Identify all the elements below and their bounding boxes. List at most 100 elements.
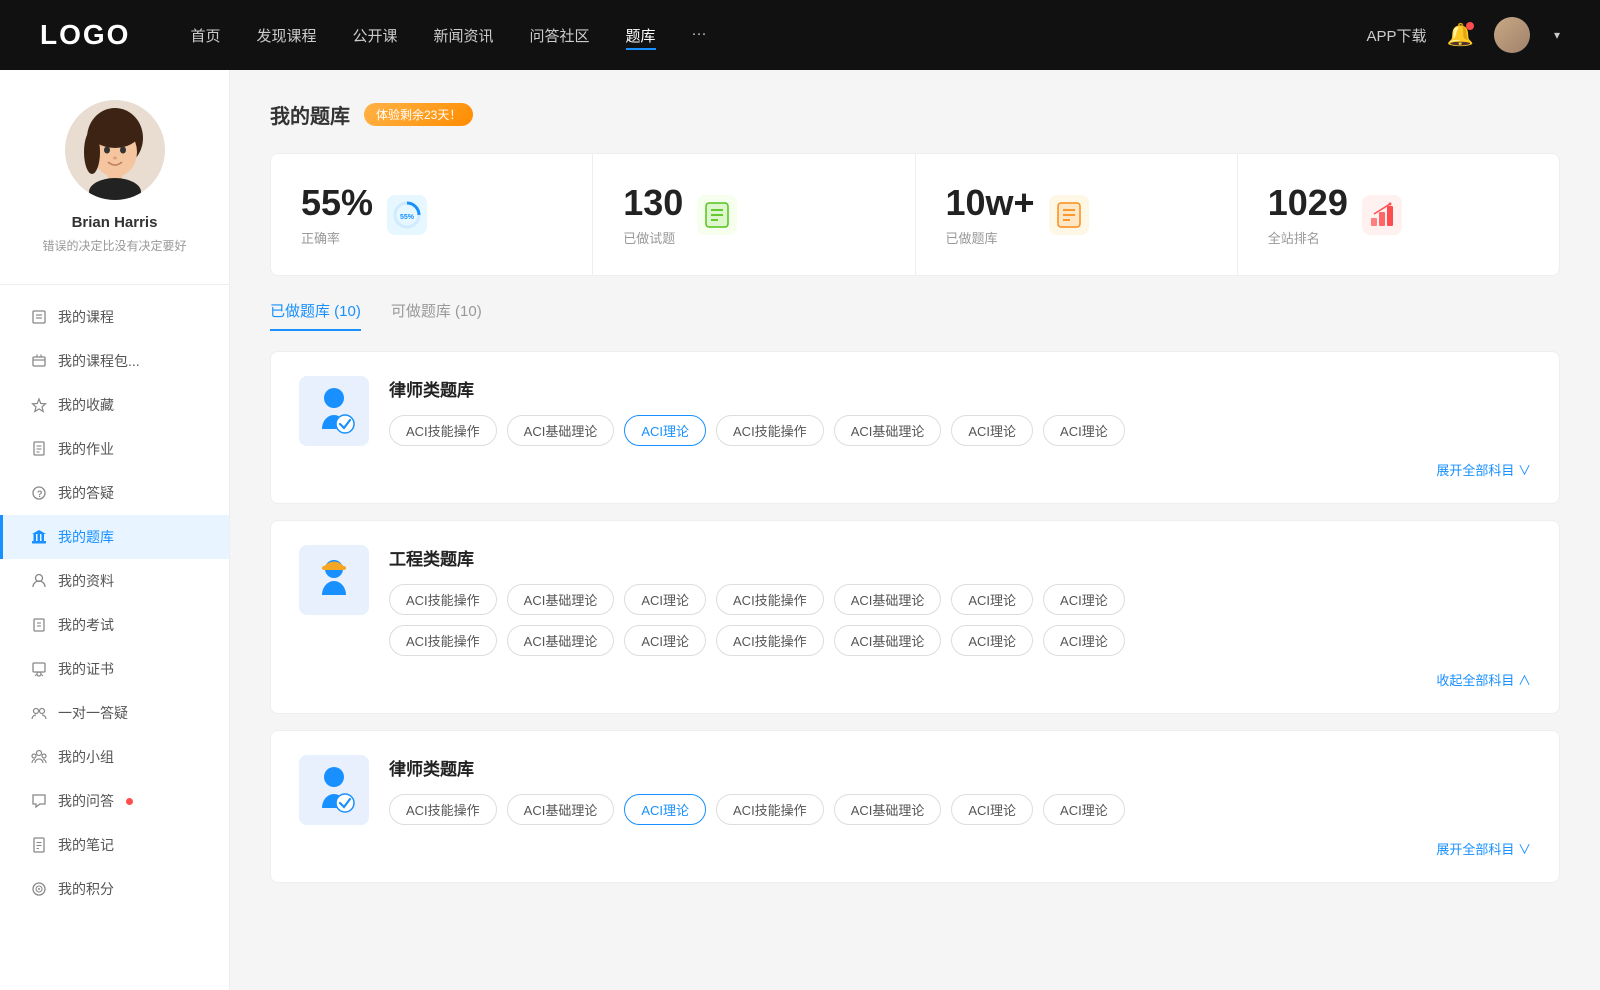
qbank-card-3-header: 律师类题库 ACI技能操作 ACI基础理论 ACI理论 ACI技能操作 ACI基…: [299, 755, 1531, 825]
user-dropdown-arrow[interactable]: ▾: [1554, 28, 1560, 42]
sidebar-label-courses: 我的课程: [58, 307, 114, 327]
qbank-tag[interactable]: ACI理论: [1043, 415, 1125, 446]
qbank-tag[interactable]: ACI技能操作: [716, 625, 824, 656]
stat-banks-content: 10w+ 已做题库: [946, 182, 1035, 247]
nav-open-course[interactable]: 公开课: [352, 21, 397, 50]
sidebar-item-certificate[interactable]: 我的证书: [0, 647, 229, 691]
nav-discover[interactable]: 发现课程: [256, 21, 316, 50]
qbank-tag[interactable]: ACI技能操作: [716, 584, 824, 615]
svg-text:?: ?: [37, 489, 43, 499]
qbank-expand-button-3[interactable]: 展开全部科目 ∨: [1436, 839, 1531, 858]
sidebar-label-qbank: 我的题库: [58, 527, 114, 547]
tab-available[interactable]: 可做题库 (10): [391, 300, 482, 331]
qbank-tag[interactable]: ACI技能操作: [716, 794, 824, 825]
qbank-tag[interactable]: ACI理论: [951, 625, 1033, 656]
exam-icon: [30, 616, 48, 634]
qbank-tag-active[interactable]: ACI理论: [624, 794, 706, 825]
qbank-tag[interactable]: ACI技能操作: [389, 415, 497, 446]
user-name: Brian Harris: [72, 214, 158, 231]
qbank-tag[interactable]: ACI理论: [1043, 625, 1125, 656]
qbank-tag[interactable]: ACI理论: [951, 584, 1033, 615]
sidebar-item-qa-mine[interactable]: ? 我的答疑: [0, 471, 229, 515]
stat-exercises-label: 已做试题: [623, 228, 683, 247]
stat-accuracy-value: 55%: [301, 182, 373, 224]
logo[interactable]: LOGO: [40, 19, 130, 51]
stat-banks-value: 10w+: [946, 182, 1035, 224]
sidebar-item-courses[interactable]: 我的课程: [0, 295, 229, 339]
qbank-tag[interactable]: ACI基础理论: [507, 794, 615, 825]
stat-banks: 10w+ 已做题库: [916, 154, 1238, 275]
qbank-tag[interactable]: ACI基础理论: [834, 415, 942, 446]
sidebar-item-profile[interactable]: 我的资料: [0, 559, 229, 603]
qbank-tag[interactable]: ACI基础理论: [507, 415, 615, 446]
trial-badge[interactable]: 体验剩余23天！: [364, 103, 473, 126]
tabs: 已做题库 (10) 可做题库 (10): [270, 300, 1560, 331]
qbank-tag[interactable]: ACI理论: [1043, 794, 1125, 825]
sidebar-item-homework[interactable]: 我的作业: [0, 427, 229, 471]
qbank-tag[interactable]: ACI基础理论: [507, 584, 615, 615]
qbank-card-1-tags: ACI技能操作 ACI基础理论 ACI理论 ACI技能操作 ACI基础理论 AC…: [389, 415, 1531, 446]
qbank-tag[interactable]: ACI理论: [951, 794, 1033, 825]
notes-icon: [30, 836, 48, 854]
nav-qa[interactable]: 问答社区: [530, 21, 590, 50]
qbank-tag[interactable]: ACI基础理论: [834, 584, 942, 615]
qbank-expand-button-2[interactable]: 收起全部科目 ∧: [1436, 670, 1531, 689]
sidebar-label-notes: 我的笔记: [58, 835, 114, 855]
sidebar-item-group[interactable]: 我的小组: [0, 735, 229, 779]
qbank-expand-button-1[interactable]: 展开全部科目 ∨: [1436, 460, 1531, 479]
sidebar-item-points[interactable]: 我的积分: [0, 867, 229, 911]
qbank-tag[interactable]: ACI理论: [1043, 584, 1125, 615]
qbank-card-2-title: 工程类题库: [389, 545, 1531, 570]
qbank-tag[interactable]: ACI基础理论: [834, 794, 942, 825]
nav-more[interactable]: ···: [692, 21, 707, 50]
qbank-card-2-footer: 收起全部科目 ∧: [299, 670, 1531, 689]
sidebar-item-one-on-one[interactable]: 一对一答疑: [0, 691, 229, 735]
one-on-one-icon: [30, 704, 48, 722]
qbank-tag-active[interactable]: ACI理论: [624, 415, 706, 446]
course-icon: [30, 308, 48, 326]
ranking-icon: [1362, 195, 1402, 235]
qbank-tag[interactable]: ACI技能操作: [389, 625, 497, 656]
sidebar-label-homework: 我的作业: [58, 439, 114, 459]
certificate-icon: [30, 660, 48, 678]
qbank-tag[interactable]: ACI理论: [624, 584, 706, 615]
qbank-card-3: 律师类题库 ACI技能操作 ACI基础理论 ACI理论 ACI技能操作 ACI基…: [270, 730, 1560, 883]
sidebar-item-questions[interactable]: 我的问答: [0, 779, 229, 823]
nav-home[interactable]: 首页: [190, 21, 220, 50]
page-header: 我的题库 体验剩余23天！: [270, 100, 1560, 129]
qbank-card-1-icon: [299, 376, 369, 446]
nav-bank[interactable]: 题库: [626, 21, 656, 50]
nav-news[interactable]: 新闻资讯: [434, 21, 494, 50]
qbank-card-1-header: 律师类题库 ACI技能操作 ACI基础理论 ACI理论 ACI技能操作 ACI基…: [299, 376, 1531, 446]
main-layout: Brian Harris 错误的决定比没有决定要好 我的课程 我的课程包...: [0, 70, 1600, 990]
qbank-tag[interactable]: ACI基础理论: [507, 625, 615, 656]
exercises-icon: [697, 195, 737, 235]
star-icon: [30, 396, 48, 414]
sidebar-label-one-on-one: 一对一答疑: [58, 703, 128, 723]
user-avatar-nav[interactable]: [1494, 17, 1530, 53]
page-title: 我的题库: [270, 100, 350, 129]
qbank-tag[interactable]: ACI基础理论: [834, 625, 942, 656]
sidebar-label-questions: 我的问答: [58, 791, 114, 811]
qbank-tag[interactable]: ACI理论: [951, 415, 1033, 446]
app-download-button[interactable]: APP下载: [1367, 25, 1427, 46]
sidebar-item-packages[interactable]: 我的课程包...: [0, 339, 229, 383]
tab-done[interactable]: 已做题库 (10): [270, 300, 361, 331]
qbank-tag[interactable]: ACI理论: [624, 625, 706, 656]
qbank-tag[interactable]: ACI技能操作: [716, 415, 824, 446]
banks-icon: [1049, 195, 1089, 235]
qbank-card-1-title: 律师类题库: [389, 376, 1531, 401]
sidebar-item-exam[interactable]: 我的考试: [0, 603, 229, 647]
sidebar-item-favorites[interactable]: 我的收藏: [0, 383, 229, 427]
notification-dot: [1466, 22, 1474, 30]
qbank-tag[interactable]: ACI技能操作: [389, 584, 497, 615]
qbank-tag[interactable]: ACI技能操作: [389, 794, 497, 825]
sidebar-item-notes[interactable]: 我的笔记: [0, 823, 229, 867]
qbank-card-3-footer: 展开全部科目 ∨: [299, 839, 1531, 858]
accuracy-icon: 55%: [387, 195, 427, 235]
package-icon: [30, 352, 48, 370]
notification-bell[interactable]: 🔔: [1447, 22, 1474, 48]
sidebar-item-qbank[interactable]: 我的题库: [0, 515, 229, 559]
group-icon: [30, 748, 48, 766]
user-avatar: [65, 100, 165, 200]
